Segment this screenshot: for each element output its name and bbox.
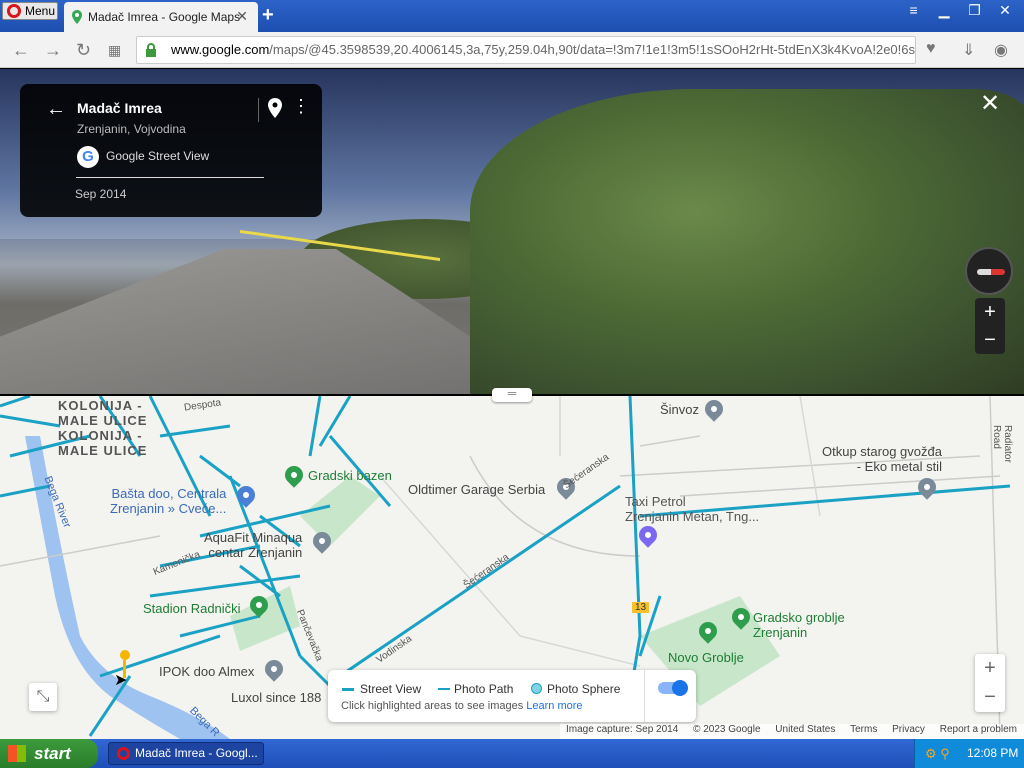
close-window-button[interactable]: ✕ <box>994 2 1016 20</box>
map-label-basta[interactable]: Bašta doo, Centrala Zrenjanin » Cveće... <box>110 486 226 516</box>
map-label-oldtimer[interactable]: Oldtimer Garage Serbia <box>408 482 545 497</box>
route-13-badge: 13 <box>632 602 650 613</box>
google-logo-icon: G <box>77 146 99 168</box>
mouse-cursor-icon: ➤ <box>114 672 128 689</box>
image-capture-date: Image capture: Sep 2014 <box>566 724 679 735</box>
opera-menu-button[interactable]: Menu <box>2 2 58 20</box>
heart-icon[interactable]: ♥ <box>926 40 936 58</box>
street-view-panorama[interactable]: ← Madač Imrea Zrenjanin, Vojvodina ⋮ G G… <box>0 69 1024 395</box>
browser-tab[interactable]: Madač Imrea - Google Maps ✕ <box>64 2 258 32</box>
card-separator <box>76 177 264 178</box>
resize-handle[interactable]: ═ <box>492 387 532 402</box>
zoom-out-button[interactable]: − <box>975 326 1005 354</box>
windows-logo-icon <box>8 745 26 762</box>
download-icon[interactable]: ⇓ <box>962 40 975 60</box>
provider-label: Google Street View <box>106 149 210 163</box>
close-street-view-icon[interactable]: ✕ <box>980 89 1000 118</box>
photo-path-line-icon <box>438 688 450 690</box>
menu-label: Menu <box>25 4 56 18</box>
legend-hint: Click highlighted areas to see images Le… <box>341 700 583 712</box>
windows-taskbar: start Madač Imrea - Googl... ⚙ ⚲ 12:08 P… <box>0 739 1024 768</box>
start-label: start <box>34 744 71 763</box>
legend-divider <box>644 670 645 722</box>
legend-street-view: Street View <box>360 682 422 696</box>
zoom-in-button[interactable]: + <box>975 298 1005 326</box>
back-button[interactable]: ← <box>12 40 30 61</box>
terms-link[interactable]: Terms <box>850 724 877 735</box>
forward-button[interactable]: → <box>44 40 62 61</box>
legend-photo-sphere: Photo Sphere <box>547 682 621 696</box>
maps-pin-icon <box>72 10 82 24</box>
coverage-legend: Street View Photo Path Photo Sphere Clic… <box>328 670 696 722</box>
report-problem-link[interactable]: Report a problem <box>940 724 1017 735</box>
tray-network-icon[interactable]: ⚙ ⚲ <box>925 739 950 768</box>
tab-close-icon[interactable]: ✕ <box>236 8 248 25</box>
map-label-sinvoz[interactable]: Šinvoz <box>660 402 699 417</box>
new-tab-button[interactable]: + <box>262 4 274 27</box>
capture-date[interactable]: Sep 2014 <box>75 187 126 201</box>
expand-map-icon[interactable]: ⤡ <box>29 683 57 711</box>
clock: 12:08 PM <box>967 746 1019 760</box>
map-label-kolonija: KOLONIJA - MALE ULICE <box>58 398 148 428</box>
street-view-line-icon <box>342 688 354 691</box>
map-label-otkup[interactable]: Otkup starog gvožđa - Eko metal stil <box>822 444 942 474</box>
system-tray: ⚙ ⚲ 12:08 PM <box>914 739 1024 768</box>
map-label-gradski-bazen[interactable]: Gradski bazen <box>308 468 392 483</box>
map-label-stadion[interactable]: Stadion Radnički <box>143 601 241 616</box>
lock-icon <box>146 43 156 57</box>
location-pin-icon[interactable] <box>268 98 282 118</box>
maximize-button[interactable]: ❐ <box>964 2 986 20</box>
legend-hint-text: Click highlighted areas to see images <box>341 700 524 712</box>
map-attribution: Image capture: Sep 2014 © 2023 Google Un… <box>560 724 1024 739</box>
map-label-radiator-road: Radiator Road <box>991 425 1013 463</box>
card-divider <box>258 98 259 122</box>
map-label-ipok[interactable]: IPOK doo Almex <box>159 664 254 679</box>
url-path: /maps/@45.3598539,20.4006145,3a,75y,259.… <box>269 42 916 57</box>
speed-dial-icon[interactable]: ▦ <box>108 42 121 59</box>
minimize-button[interactable]: ▁ <box>933 2 955 20</box>
opera-task-icon <box>117 747 130 760</box>
privacy-link[interactable]: Privacy <box>892 724 925 735</box>
account-icon[interactable]: ◉ <box>994 40 1008 60</box>
map-label-gradsko-groblje[interactable]: Gradsko groblje Zrenjanin <box>753 610 845 640</box>
map-label-novo-groblje[interactable]: Novo Groblje <box>668 650 744 665</box>
url-host: www.google.com <box>171 42 270 57</box>
opera-logo-icon <box>7 4 21 18</box>
browser-titlebar: Menu Madač Imrea - Google Maps ✕ + ≡ ▁ ❐… <box>0 0 1024 32</box>
street-view-zoom-control: + − <box>975 298 1005 354</box>
map-pane[interactable]: KOLONIJA - MALE ULICE KOLONIJA - MALE UL… <box>0 396 1024 739</box>
foreground-trees <box>470 89 1024 395</box>
copyright: © 2023 Google <box>693 724 761 735</box>
taskbar-item-opera[interactable]: Madač Imrea - Googl... <box>108 742 264 765</box>
learn-more-link[interactable]: Learn more <box>526 700 582 712</box>
country-link[interactable]: United States <box>775 724 835 735</box>
address-bar[interactable]: www.google.com/maps/@45.3598539,20.40061… <box>136 36 916 64</box>
coverage-toggle[interactable] <box>658 680 688 696</box>
compass-icon[interactable] <box>965 247 1013 295</box>
reload-button[interactable]: ↻ <box>76 40 91 61</box>
map-zoom-control: + − <box>975 654 1005 712</box>
location-info-card: ← Madač Imrea Zrenjanin, Vojvodina ⋮ G G… <box>20 84 322 217</box>
tab-list-icon[interactable]: ≡ <box>903 2 925 20</box>
more-options-icon[interactable]: ⋮ <box>292 96 310 117</box>
legend-photo-path: Photo Path <box>454 682 514 696</box>
map-label-taxi-petrol[interactable]: Taxi Petrol Zrenjanin Metan, Tng... <box>625 494 759 524</box>
map-zoom-out-button[interactable]: − <box>975 683 1005 712</box>
place-name: Madač Imrea <box>77 100 162 116</box>
browser-toolbar: ← → ↻ ▦ www.google.com/maps/@45.3598539,… <box>0 32 1024 68</box>
map-label-aquafit[interactable]: AquaFit Minaqua centar Zrenjanin <box>204 530 302 560</box>
tab-title: Madač Imrea - Google Maps <box>88 10 241 24</box>
map-label-kolonija-2: KOLONIJA - MALE ULICE <box>58 428 148 458</box>
map-label-luxol[interactable]: Luxol since 188 <box>231 690 321 705</box>
back-arrow-icon[interactable]: ← <box>46 98 66 121</box>
photo-sphere-dot-icon <box>531 683 542 694</box>
place-subtitle: Zrenjanin, Vojvodina <box>77 122 186 136</box>
map-zoom-in-button[interactable]: + <box>975 654 1005 683</box>
window-controls: ≡ ▁ ❐ ✕ <box>899 2 1016 20</box>
taskbar-item-label: Madač Imrea - Googl... <box>135 746 258 760</box>
start-button[interactable]: start <box>0 739 98 768</box>
